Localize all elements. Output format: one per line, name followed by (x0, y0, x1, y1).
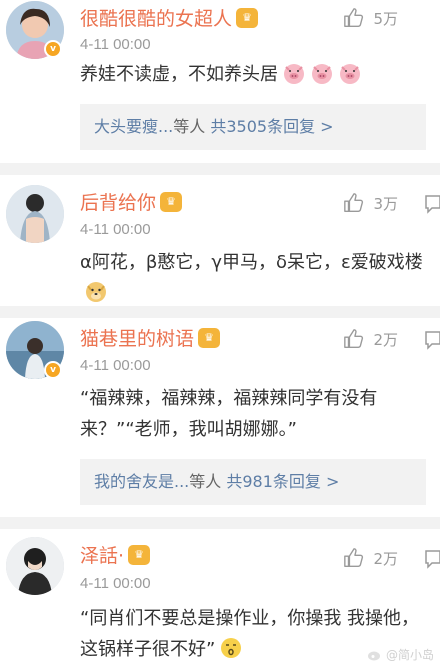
watermark: @简小岛 (367, 646, 434, 663)
verified-badge-icon: v (44, 40, 62, 58)
timestamp: 4-11 00:00 (80, 36, 151, 53)
level-badge-icon: ♛ (160, 191, 183, 212)
avatar[interactable] (6, 537, 64, 595)
thumbs-up-icon (344, 8, 364, 27)
reply-count-link[interactable]: 共3505条回复 > (210, 117, 333, 136)
pig-emoji-icon (282, 61, 306, 85)
reply-icon[interactable] (424, 549, 440, 569)
thumbs-up-icon (344, 548, 364, 567)
like-button[interactable]: 2万 (343, 328, 398, 350)
comment-item: 泽話· ♛ 2万 4-11 00:00 “同肖们不要总是操作业，你操我 我操他，这… (0, 529, 440, 669)
comment-text: 养娃不读虚，不如养头居 (80, 59, 426, 90)
reply-users[interactable]: 大头要瘦... (94, 117, 173, 136)
divider (0, 163, 440, 175)
like-count: 5万 (373, 9, 398, 28)
smirk-emoji-icon (219, 636, 243, 660)
like-count: 3万 (373, 194, 398, 213)
like-button[interactable]: 5万 (343, 7, 398, 29)
verified-badge-icon: v (44, 361, 62, 379)
like-button[interactable]: 2万 (343, 547, 398, 569)
like-count: 2万 (373, 330, 398, 349)
comment-item: v 猫巷里的树语 ♛ 2万 4-11 00:00 “福辣辣，福辣辣，福辣辣同学有没… (0, 318, 440, 518)
level-badge-icon: ♛ (128, 544, 151, 565)
reply-mid: 等人 (189, 472, 227, 491)
like-button[interactable]: 3万 (343, 192, 398, 214)
thumbs-up-icon (344, 193, 364, 212)
like-count: 2万 (373, 549, 398, 568)
avatar[interactable] (6, 185, 64, 243)
level-badge-icon: ♛ (236, 7, 259, 28)
reply-summary[interactable]: 我的舍友是...等人 共981条回复 > (80, 459, 426, 505)
pig-emoji-icon (338, 61, 362, 85)
doge-emoji-icon (84, 280, 108, 304)
level-badge-icon: ♛ (198, 327, 221, 348)
reply-icon[interactable] (424, 330, 440, 350)
divider (0, 517, 440, 529)
comment-text: “福辣辣，福辣辣，福辣辣同学有没有来？”“老师，我叫胡娜娜。” (80, 388, 378, 440)
username[interactable]: 很酷很酷的女超人 ♛ (80, 4, 259, 31)
username[interactable]: 泽話· ♛ (80, 541, 151, 568)
username[interactable]: 后背给你 ♛ (80, 188, 183, 215)
reply-summary[interactable]: 大头要瘦...等人 共3505条回复 > (80, 104, 426, 150)
pig-emoji-icon (310, 61, 334, 85)
comment-item: 后背给你 ♛ 3万 4-11 00:00 α阿花，β憨它，γ甲马，δ呆它，ε爱破戏… (0, 175, 440, 305)
reply-icon[interactable] (424, 194, 440, 214)
timestamp: 4-11 00:00 (80, 357, 151, 374)
weibo-logo-icon (367, 651, 380, 660)
reply-count-link[interactable]: 共981条回复 > (226, 472, 339, 491)
divider (0, 306, 440, 318)
comment-text: α阿花，β憨它，γ甲马，δ呆它，ε爱破戏楼 (80, 247, 426, 309)
username[interactable]: 猫巷里的树语 ♛ (80, 324, 221, 351)
timestamp: 4-11 00:00 (80, 575, 151, 592)
comment-item: v 很酷很酷的女超人 ♛ 5万 4-11 00:00 养娃不读虚，不如养头居 大头… (0, 0, 440, 160)
thumbs-up-icon (344, 329, 364, 348)
timestamp: 4-11 00:00 (80, 221, 151, 238)
reply-mid: 等人 (173, 117, 211, 136)
reply-users[interactable]: 我的舍友是... (94, 472, 189, 491)
